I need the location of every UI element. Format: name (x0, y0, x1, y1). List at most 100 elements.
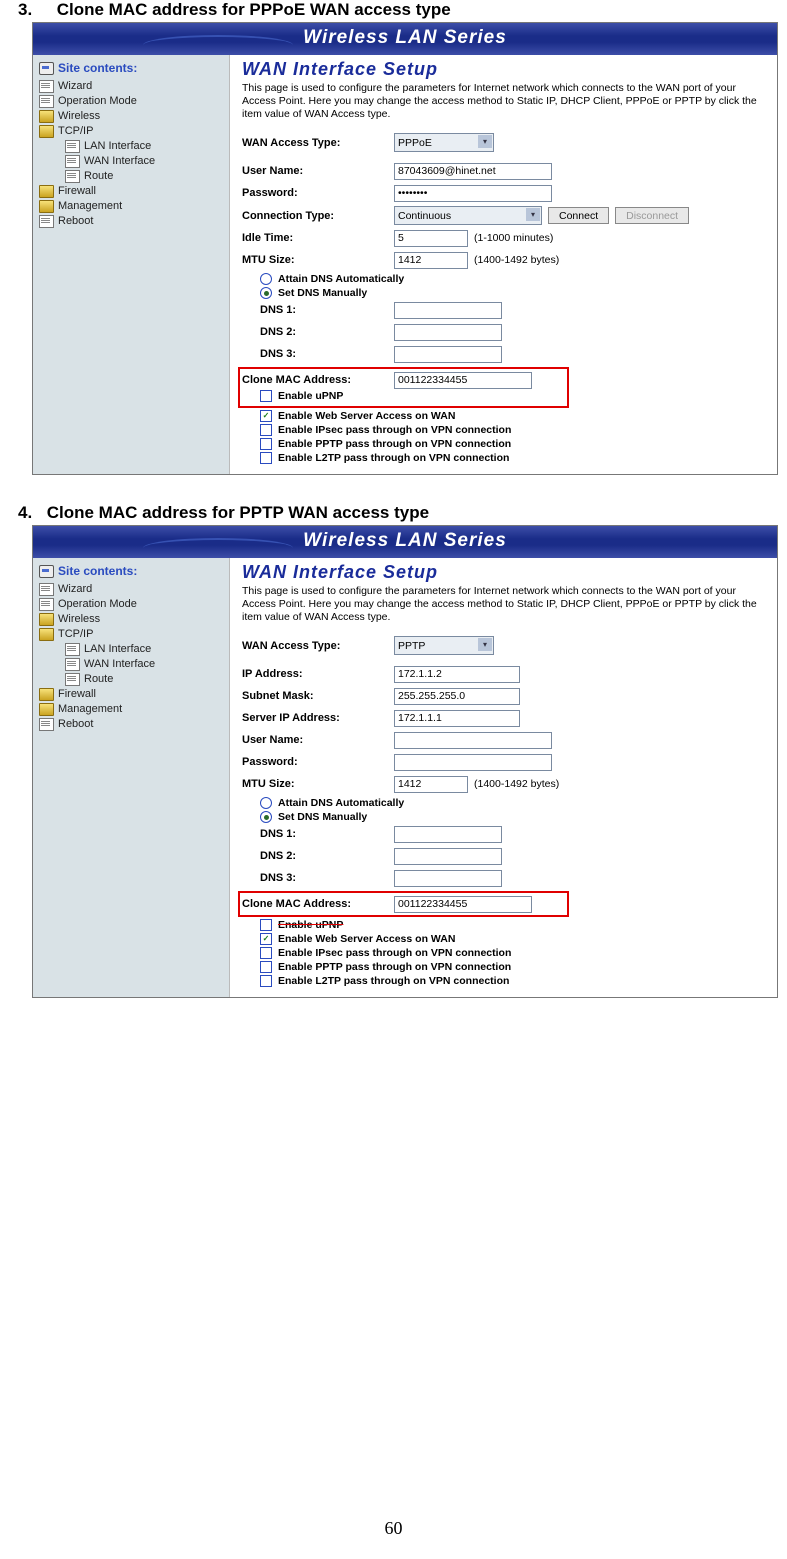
input-idle[interactable] (394, 230, 468, 247)
checkbox-icon (260, 452, 272, 464)
input-dns1[interactable] (394, 826, 502, 843)
input-mtu[interactable] (394, 252, 468, 269)
input-dns1[interactable] (394, 302, 502, 319)
checkbox-icon (260, 410, 272, 422)
tree-wireless[interactable]: Wireless (39, 109, 225, 124)
tree-lan[interactable]: LAN Interface (65, 139, 225, 154)
input-server[interactable] (394, 710, 520, 727)
tree-management[interactable]: Management (39, 702, 225, 717)
input-dns3[interactable] (394, 870, 502, 887)
radio-icon (260, 797, 272, 809)
heading-3-text: Clone MAC address for PPPoE WAN access t… (57, 0, 451, 19)
tree-route[interactable]: Route (65, 672, 225, 687)
radio-icon (260, 273, 272, 285)
tree-opmode[interactable]: Operation Mode (39, 94, 225, 109)
page-icon (65, 658, 80, 671)
lbl-server: Server IP Address: (242, 712, 394, 724)
tree-management[interactable]: Management (39, 199, 225, 214)
lbl-clone-mac: Clone MAC Address: (242, 898, 394, 910)
lbl-user: User Name: (242, 734, 394, 746)
input-ip[interactable] (394, 666, 520, 683)
tree-wizard[interactable]: Wizard (39, 582, 225, 597)
input-user[interactable] (394, 732, 552, 749)
input-mask[interactable] (394, 688, 520, 705)
input-pass[interactable] (394, 185, 552, 202)
cb-upnp[interactable]: Enable uPNP (260, 919, 769, 931)
tree-wireless[interactable]: Wireless (39, 612, 225, 627)
lbl-pass: Password: (242, 187, 394, 199)
connect-button[interactable]: Connect (548, 207, 609, 224)
radio-set-dns[interactable]: Set DNS Manually (260, 287, 769, 299)
input-clone-mac[interactable] (394, 896, 532, 913)
heading-4: 4. Clone MAC address for PPTP WAN access… (18, 503, 769, 523)
tree-tcpip[interactable]: TCP/IP (39, 124, 225, 139)
select-wan-type[interactable]: PPTP▾ (394, 636, 494, 655)
page-icon (39, 95, 54, 108)
tree-opmode[interactable]: Operation Mode (39, 597, 225, 612)
input-pass[interactable] (394, 754, 552, 771)
lbl-dns1: DNS 1: (242, 828, 394, 840)
cb-l2tp[interactable]: Enable L2TP pass through on VPN connecti… (260, 975, 769, 987)
lbl-user: User Name: (242, 165, 394, 177)
input-clone-mac[interactable] (394, 372, 532, 389)
banner-text: Wireless LAN Series (303, 530, 507, 551)
screenshot-pptp: Wireless LAN Series Site contents: Wizar… (32, 525, 778, 998)
cb-webserver[interactable]: Enable Web Server Access on WAN (260, 933, 769, 945)
sidebar: Site contents: Wizard Operation Mode Wir… (33, 558, 230, 997)
tree-reboot[interactable]: Reboot (39, 214, 225, 229)
input-dns3[interactable] (394, 346, 502, 363)
input-dns2[interactable] (394, 324, 502, 341)
cb-pptp[interactable]: Enable PPTP pass through on VPN connecti… (260, 961, 769, 973)
disconnect-button: Disconnect (615, 207, 689, 224)
tree-wan[interactable]: WAN Interface (65, 154, 225, 169)
page-title: WAN Interface Setup (242, 562, 769, 583)
tree-tcpip[interactable]: TCP/IP (39, 627, 225, 642)
heading-3: 3. Clone MAC address for PPPoE WAN acces… (18, 0, 769, 20)
cb-l2tp[interactable]: Enable L2TP pass through on VPN connecti… (260, 452, 769, 464)
page-desc: This page is used to configure the param… (242, 82, 769, 121)
tree-firewall[interactable]: Firewall (39, 687, 225, 702)
checkbox-icon (260, 961, 272, 973)
folder-icon (39, 628, 54, 641)
radio-attain-dns[interactable]: Attain DNS Automatically (260, 273, 769, 285)
input-mtu[interactable] (394, 776, 468, 793)
tree-firewall[interactable]: Firewall (39, 184, 225, 199)
page-icon (39, 583, 54, 596)
input-dns2[interactable] (394, 848, 502, 865)
tree-wan[interactable]: WAN Interface (65, 657, 225, 672)
cb-upnp[interactable]: Enable uPNP (260, 390, 565, 402)
page-icon (65, 155, 80, 168)
highlight-clone-mac: Clone MAC Address: (238, 891, 569, 917)
hint-idle: (1-1000 minutes) (474, 232, 553, 244)
lbl-idle: Idle Time: (242, 232, 394, 244)
radio-attain-dns[interactable]: Attain DNS Automatically (260, 797, 769, 809)
tree-wizard[interactable]: Wizard (39, 79, 225, 94)
heading-4-num: 4. (18, 503, 42, 523)
cb-ipsec[interactable]: Enable IPsec pass through on VPN connect… (260, 424, 769, 436)
banner: Wireless LAN Series (33, 23, 777, 55)
drive-icon (39, 62, 54, 75)
cb-webserver[interactable]: Enable Web Server Access on WAN (260, 410, 769, 422)
content-pane: WAN Interface Setup This page is used to… (230, 55, 777, 474)
lbl-dns2: DNS 2: (242, 326, 394, 338)
select-wan-type[interactable]: PPPoE▾ (394, 133, 494, 152)
tree-reboot[interactable]: Reboot (39, 717, 225, 732)
lbl-mask: Subnet Mask: (242, 690, 394, 702)
tree-lan[interactable]: LAN Interface (65, 642, 225, 657)
cb-pptp[interactable]: Enable PPTP pass through on VPN connecti… (260, 438, 769, 450)
radio-set-dns[interactable]: Set DNS Manually (260, 811, 769, 823)
page-icon (65, 673, 80, 686)
heading-3-num: 3. (18, 0, 52, 20)
hint-mtu: (1400-1492 bytes) (474, 778, 559, 790)
tree-route[interactable]: Route (65, 169, 225, 184)
lbl-dns2: DNS 2: (242, 850, 394, 862)
select-conn-type[interactable]: Continuous▾ (394, 206, 542, 225)
checkbox-icon (260, 947, 272, 959)
site-contents-label: Site contents: (39, 564, 225, 578)
chevron-down-icon: ▾ (478, 638, 492, 651)
lbl-mtu: MTU Size: (242, 778, 394, 790)
chevron-down-icon: ▾ (526, 208, 540, 221)
cb-ipsec[interactable]: Enable IPsec pass through on VPN connect… (260, 947, 769, 959)
lbl-wan-type: WAN Access Type: (242, 640, 394, 652)
input-user[interactable] (394, 163, 552, 180)
